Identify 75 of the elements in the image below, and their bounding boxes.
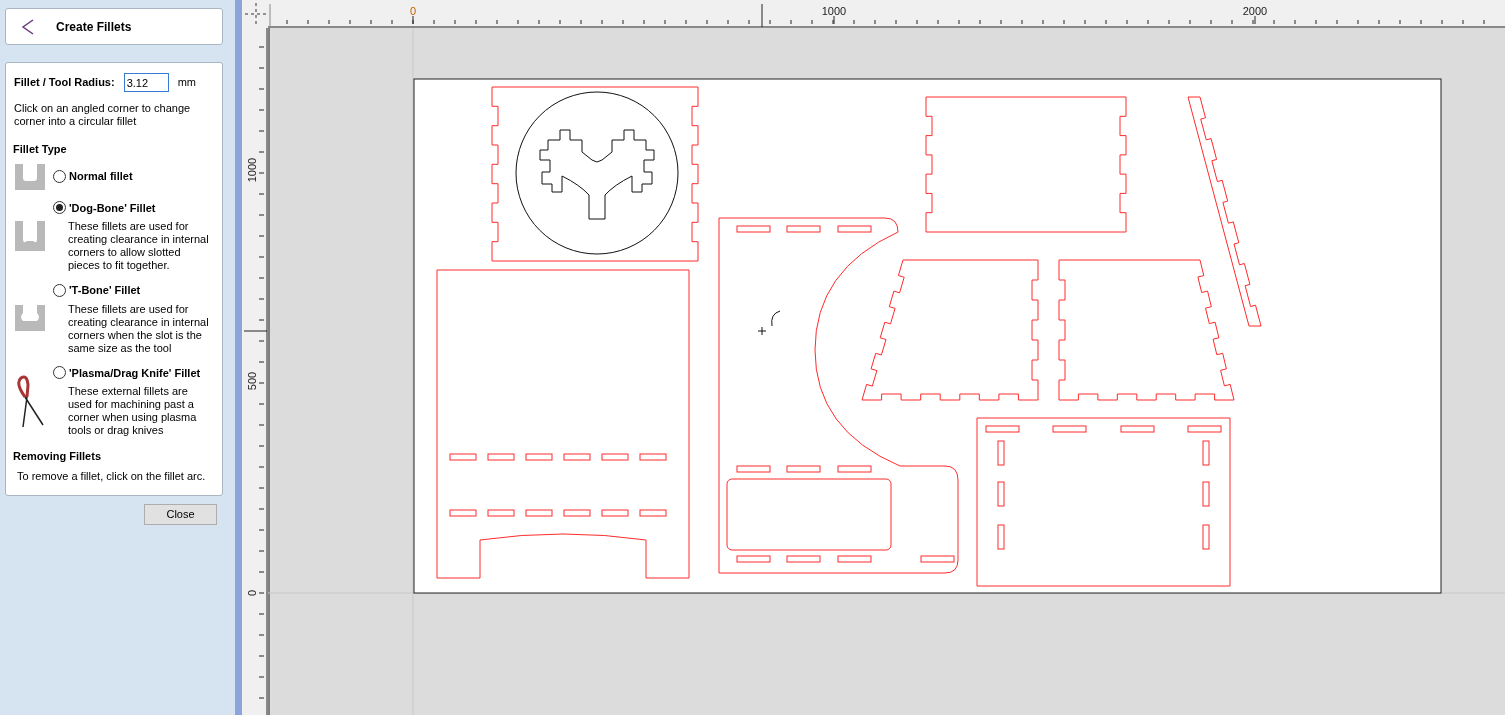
instructions-text: Click on an angled corner to change corner into a circular fillet	[13, 102, 192, 128]
radius-input[interactable]: 3.12	[123, 73, 169, 92]
option-description: These external fillets are used for machining past a corner when using plasma tools or drag knives	[67, 385, 198, 437]
radio-button[interactable]	[53, 201, 66, 215]
removing-heading: Removing Fillets	[13, 449, 103, 464]
panel-title: Create Fillets	[56, 18, 132, 36]
base-panel-outline[interactable]	[976, 417, 1231, 587]
option-label[interactable]: 'Plasma/Drag Knife' Fillet	[69, 364, 201, 381]
slot-outline[interactable]	[563, 509, 591, 517]
option-label[interactable]: 'Dog-Bone' Fillet	[69, 199, 156, 216]
slot-outline[interactable]	[487, 453, 515, 461]
slot-outline[interactable]	[449, 509, 477, 517]
option-description: These fillets are used for creating clearance in internal corners to allow slotted pieces to fit together.	[67, 220, 210, 272]
slot-outline[interactable]	[639, 453, 667, 461]
slot-outline[interactable]	[786, 465, 821, 473]
side-panel-outline[interactable]	[436, 269, 690, 579]
ruler-label: 0	[409, 5, 417, 17]
slot-outline[interactable]	[1202, 440, 1210, 466]
ruler-label: 1000	[821, 5, 847, 17]
slot-outline[interactable]	[525, 509, 553, 517]
slot-outline[interactable]	[837, 555, 872, 563]
slot-outline[interactable]	[449, 453, 477, 461]
option-label[interactable]: 'T-Bone' Fillet	[69, 282, 141, 299]
slot-outline[interactable]	[837, 225, 872, 233]
option-label[interactable]: Normal fillet	[69, 168, 133, 185]
ruler-origin-icon[interactable]	[242, 0, 268, 28]
top-panel-outline[interactable]	[925, 96, 1127, 233]
slot-outline[interactable]	[997, 524, 1005, 550]
u-slot-icon	[13, 163, 47, 190]
slot-outline[interactable]	[1187, 425, 1222, 433]
removing-text: To remove a fillet, click on the fillet arc.	[16, 469, 207, 483]
trapezoid-panel-outline[interactable]	[861, 259, 1039, 401]
radio-button[interactable]	[53, 283, 66, 297]
tree-drawing[interactable]	[539, 129, 655, 220]
dog-bone-slot-icon	[13, 220, 47, 251]
ruler-label: 1000	[246, 157, 258, 183]
slot-outline[interactable]	[786, 555, 821, 563]
slot-outline[interactable]	[601, 509, 629, 517]
slot-outline[interactable]	[525, 453, 553, 461]
slot-outline[interactable]	[736, 465, 771, 473]
design-canvas[interactable]	[268, 28, 1505, 715]
ruler-label: 2000	[1242, 5, 1268, 17]
slot-outline[interactable]	[997, 440, 1005, 466]
slot-outline[interactable]	[563, 453, 591, 461]
window-cutout[interactable]	[726, 478, 892, 551]
box-panel-outline[interactable]	[491, 86, 699, 262]
slot-outline[interactable]	[601, 453, 629, 461]
ruler-label: 0	[246, 589, 258, 597]
slot-outline[interactable]	[736, 555, 771, 563]
slot-outline[interactable]	[487, 509, 515, 517]
slot-outline[interactable]	[736, 225, 771, 233]
cursor-icon	[757, 310, 781, 336]
slot-outline[interactable]	[1202, 481, 1210, 507]
radio-button[interactable]	[53, 366, 66, 380]
radio-button[interactable]	[53, 170, 66, 183]
circle-outline[interactable]	[515, 91, 679, 255]
strip-outline[interactable]	[1187, 96, 1262, 327]
curved-panel-outline[interactable]	[718, 217, 959, 574]
t-bone-slot-icon	[13, 305, 47, 332]
close-button[interactable]: Close	[144, 503, 217, 525]
slot-outline[interactable]	[1120, 425, 1155, 433]
slot-outline[interactable]	[786, 225, 821, 233]
unit-label: mm	[177, 75, 196, 91]
slot-outline[interactable]	[920, 555, 955, 563]
radius-label: Fillet / Tool Radius:	[14, 75, 115, 91]
slot-outline[interactable]	[639, 509, 667, 517]
slot-outline[interactable]	[997, 481, 1005, 507]
option-description: These fillets are used for creating clearance in internal corners when the slot is the same size as the tool	[67, 302, 210, 355]
fillet-type-heading: Fillet Type	[13, 142, 68, 157]
slot-outline[interactable]	[1202, 524, 1210, 550]
slot-outline[interactable]	[985, 425, 1020, 433]
trapezoid-panel-outline[interactable]	[1058, 259, 1235, 401]
ruler-label: 500	[246, 371, 258, 391]
slot-outline[interactable]	[1052, 425, 1087, 433]
slot-outline[interactable]	[837, 465, 872, 473]
